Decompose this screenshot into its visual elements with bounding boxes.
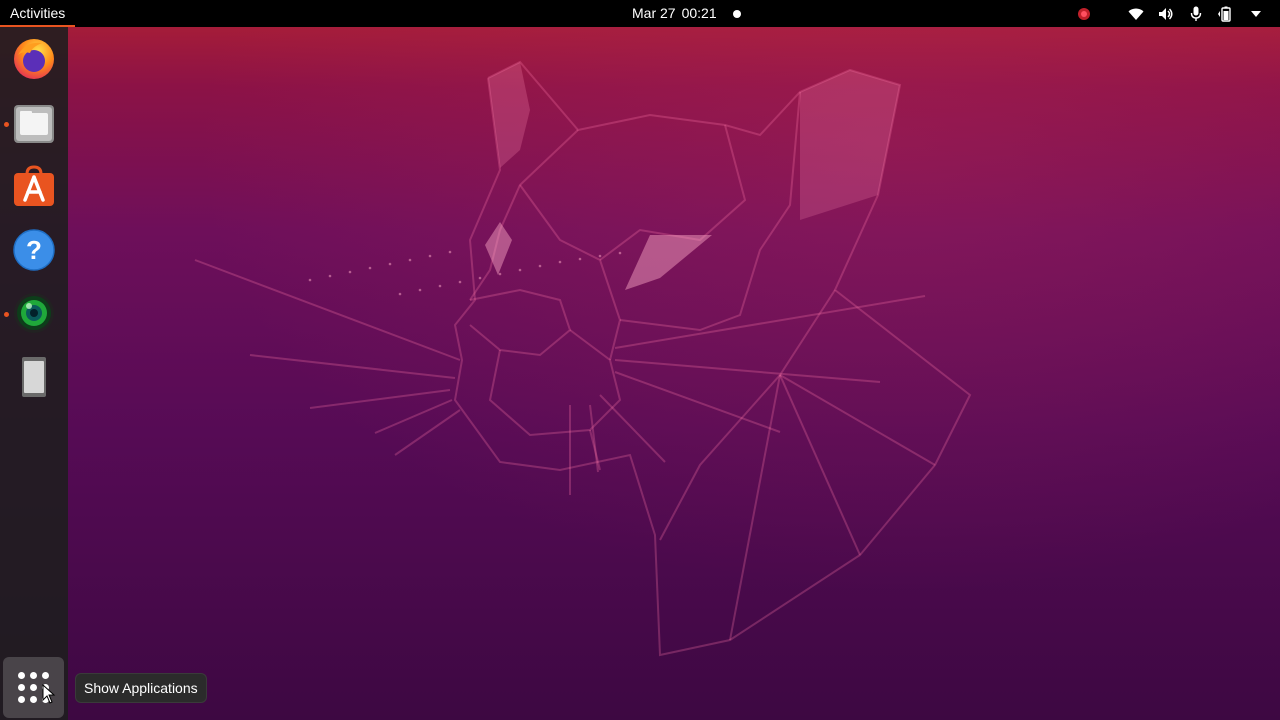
mouse-cursor-icon [42, 684, 56, 704]
svg-text:?: ? [26, 235, 42, 265]
microphone-icon[interactable] [1186, 4, 1206, 24]
dock-item-removable-device[interactable] [10, 353, 58, 401]
dock-item-firefox[interactable] [10, 35, 58, 83]
files-icon [14, 105, 54, 143]
dock-item-ubuntu-software[interactable] [10, 162, 58, 210]
show-applications-tooltip: Show Applications [75, 673, 207, 703]
date-label: Mar 27 [632, 5, 676, 21]
removable-device-icon [22, 357, 46, 397]
dock: ? [0, 27, 68, 720]
desktop-background[interactable] [0, 0, 1280, 720]
focal-fossa-wallpaper-art [194, 60, 972, 657]
record-indicator-icon[interactable] [1074, 4, 1094, 24]
dock-item-webcam-app[interactable] [10, 289, 58, 337]
activities-button[interactable]: Activities [0, 0, 76, 27]
time-label: 00:21 [681, 5, 717, 21]
wifi-icon[interactable] [1126, 4, 1146, 24]
clock-button[interactable]: Mar 27 00:21 [632, 0, 741, 27]
notification-dot-icon [732, 9, 741, 18]
dock-item-help[interactable]: ? [10, 226, 58, 274]
help-icon: ? [13, 229, 55, 271]
dock-item-files[interactable] [10, 99, 58, 147]
running-indicator [4, 122, 9, 127]
system-menu-chevron-icon[interactable] [1246, 4, 1266, 24]
top-bar: Activities Mar 27 00:21 [0, 0, 1280, 27]
firefox-icon [14, 39, 54, 79]
volume-icon[interactable] [1156, 4, 1176, 24]
webcam-app-icon [14, 293, 54, 333]
system-status-area[interactable] [1074, 0, 1266, 27]
battery-icon[interactable] [1216, 4, 1236, 24]
running-indicator [4, 312, 9, 317]
ubuntu-software-icon [14, 165, 54, 206]
